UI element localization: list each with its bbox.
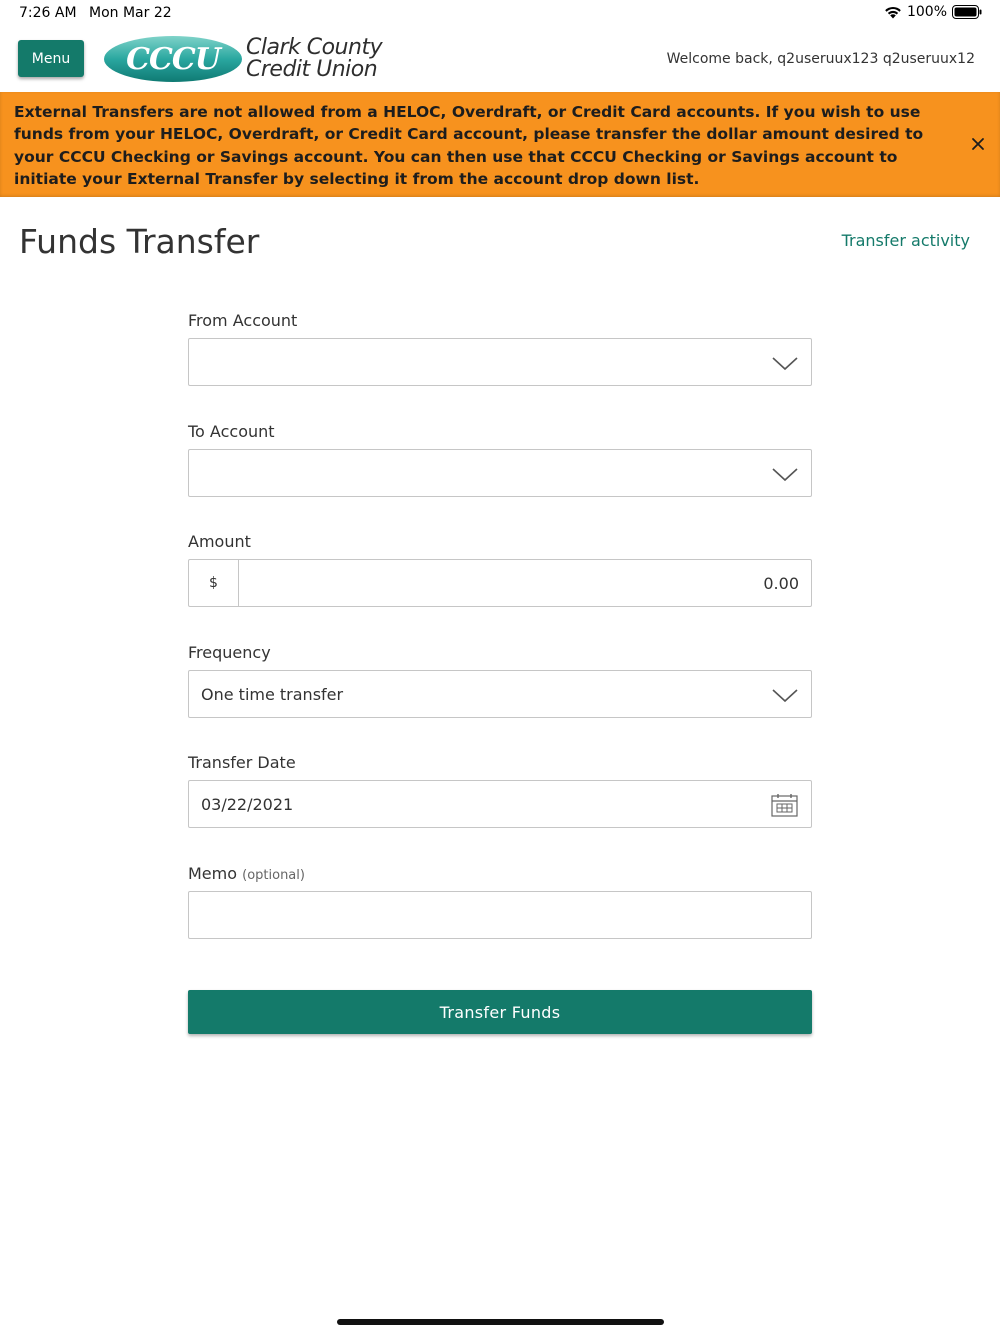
status-date: Mon Mar 22 bbox=[89, 5, 172, 21]
transfer-date-label: Transfer Date bbox=[188, 753, 296, 772]
transfer-date-input[interactable]: 03/22/2021 bbox=[188, 780, 812, 828]
memo-optional-hint: (optional) bbox=[242, 868, 305, 883]
memo-label-text: Memo bbox=[188, 864, 238, 883]
memo-label: Memo (optional) bbox=[188, 864, 305, 883]
close-icon[interactable] bbox=[970, 136, 986, 152]
brand-name: Clark County Credit Union bbox=[246, 35, 383, 82]
chevron-down-icon bbox=[772, 357, 798, 371]
wifi-icon bbox=[885, 6, 901, 19]
status-indicators: 100% bbox=[884, 4, 982, 20]
clark-county-credit-union-logo[interactable]: CCCU Clark County Credit Union bbox=[103, 35, 393, 85]
amount-label: Amount bbox=[188, 532, 251, 551]
to-account-label: To Account bbox=[188, 422, 275, 441]
welcome-message: Welcome back, q2useruux123 q2useruux12 bbox=[666, 51, 975, 67]
menu-button[interactable]: Menu bbox=[18, 40, 84, 77]
transfer-funds-button[interactable]: Transfer Funds bbox=[188, 990, 812, 1034]
app-header: Menu CCCU Clark County Credit Union Welc… bbox=[0, 28, 1000, 92]
transfer-activity-link[interactable]: Transfer activity bbox=[842, 231, 970, 250]
status-time: 7:26 AM bbox=[19, 5, 77, 21]
currency-symbol: $ bbox=[189, 560, 239, 606]
amount-input[interactable]: 0.00 bbox=[763, 574, 799, 593]
brand-line-2: Credit Union bbox=[246, 57, 378, 82]
calendar-icon[interactable] bbox=[771, 793, 798, 817]
cccu-logo-icon: CCCU bbox=[104, 36, 242, 82]
frequency-value: One time transfer bbox=[201, 685, 344, 704]
home-indicator[interactable] bbox=[337, 1319, 664, 1325]
frequency-select[interactable]: One time transfer bbox=[188, 670, 812, 718]
to-account-select[interactable] bbox=[188, 449, 812, 497]
frequency-label: Frequency bbox=[188, 643, 271, 662]
memo-input[interactable] bbox=[188, 891, 812, 939]
page-title: Funds Transfer bbox=[19, 222, 260, 261]
chevron-down-icon bbox=[772, 689, 798, 703]
battery-percentage: 100% bbox=[906, 4, 947, 20]
brand-line-1: Clark County bbox=[246, 35, 383, 60]
status-bar: 7:26 AM Mon Mar 22 100% bbox=[0, 0, 1000, 28]
from-account-label: From Account bbox=[188, 311, 298, 330]
svg-text:CCCU: CCCU bbox=[126, 42, 223, 77]
amount-input-group: $ 0.00 bbox=[188, 559, 812, 607]
alert-banner: External Transfers are not allowed from … bbox=[0, 92, 1000, 197]
transfer-date-value: 03/22/2021 bbox=[201, 795, 294, 814]
from-account-select[interactable] bbox=[188, 338, 812, 386]
battery-icon bbox=[952, 5, 982, 19]
chevron-down-icon bbox=[772, 468, 798, 482]
alert-message: External Transfers are not allowed from … bbox=[14, 103, 924, 188]
